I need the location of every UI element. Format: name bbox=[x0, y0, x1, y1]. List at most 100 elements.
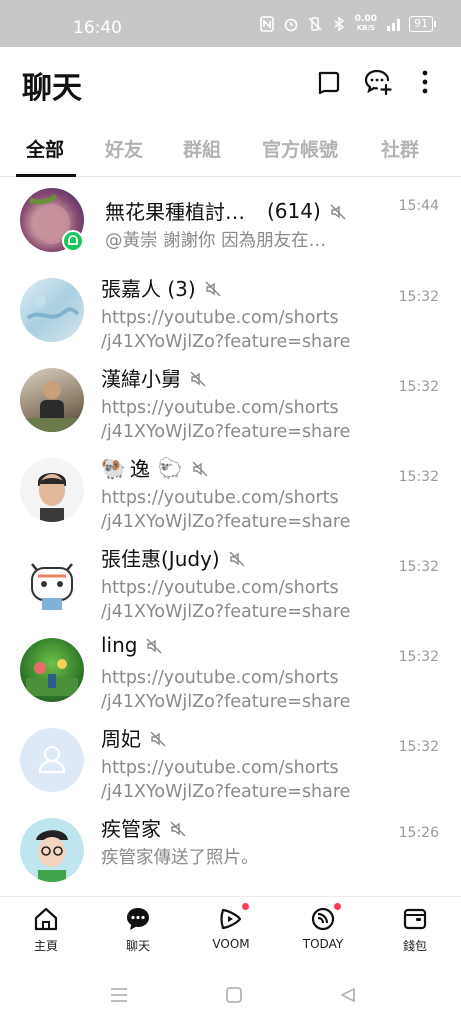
avatar bbox=[20, 278, 84, 342]
nav-wallet[interactable]: 錢包 bbox=[380, 905, 450, 954]
chat-preview: https://youtube.com/shorts /j41XYoWjlZo?… bbox=[101, 756, 351, 804]
chat-preview-line1: https://youtube.com/shorts bbox=[101, 578, 339, 598]
chat-row[interactable]: 🐏 逸 🐑 https://youtube.com/shorts /j41XYo… bbox=[0, 448, 461, 538]
more-vertical-icon[interactable] bbox=[410, 67, 440, 97]
add-chat-bubble-icon[interactable] bbox=[363, 67, 393, 97]
chat-preview-line1: https://youtube.com/shorts bbox=[101, 488, 339, 508]
tab-all[interactable]: 全部 bbox=[26, 135, 64, 162]
chat-preview-line1: https://youtube.com/shorts bbox=[101, 398, 339, 418]
chat-name-text: ling bbox=[101, 633, 138, 657]
system-navigation-bar bbox=[0, 962, 461, 1024]
nav-chat[interactable]: 聊天 bbox=[103, 905, 173, 954]
nav-voom-label: VOOM bbox=[212, 937, 250, 951]
chat-preview: 疾管家傳送了照片。 bbox=[101, 848, 259, 868]
chat-row[interactable]: ling https://youtube.com/shorts /j41XYoW… bbox=[0, 628, 461, 718]
chat-time: 15:44 bbox=[398, 198, 439, 214]
chat-name: 張嘉人 (3) bbox=[101, 273, 222, 302]
status-icons: 0.00 KB/S 91 bbox=[259, 15, 436, 33]
nav-wallet-label: 錢包 bbox=[402, 939, 427, 953]
chat-preview: https://youtube.com/shorts /j41XYoWjlZo?… bbox=[101, 576, 351, 624]
chat-preview-line1: https://youtube.com/shorts bbox=[101, 758, 339, 778]
mute-icon bbox=[191, 459, 209, 477]
avatar bbox=[20, 728, 84, 792]
nav-home-label: 主頁 bbox=[33, 939, 58, 953]
chat-preview-line2: /j41XYoWjlZo?feature=share bbox=[101, 782, 351, 802]
chat-row-fig-group[interactable]: 無花果種植討… (614) @黃崇 謝謝你 因為朋友在… 15:44 bbox=[0, 178, 461, 268]
chat-preview: https://youtube.com/shorts /j41XYoWjlZo?… bbox=[101, 666, 351, 714]
header: 聊天 bbox=[0, 47, 461, 121]
chat-name-text: 逸 bbox=[129, 457, 150, 481]
nav-home[interactable]: 主頁 bbox=[11, 905, 81, 954]
speed-value: 0.00 bbox=[354, 14, 377, 24]
mute-icon bbox=[149, 729, 167, 747]
chat-time: 15:26 bbox=[398, 825, 439, 841]
default-person-icon bbox=[38, 745, 66, 774]
chat-row[interactable]: 疾管家 疾管家傳送了照片。 15:26 bbox=[0, 808, 461, 898]
avatar bbox=[20, 638, 84, 702]
chat-row[interactable]: 漢緯小舅 https://youtube.com/shorts /j41XYoW… bbox=[0, 358, 461, 448]
chat-name: 疾管家 bbox=[101, 813, 187, 842]
mute-icon bbox=[169, 819, 187, 837]
chat-name-text: 張嘉人 (3) bbox=[101, 277, 196, 301]
nav-voom[interactable]: VOOM bbox=[196, 903, 266, 951]
back-icon[interactable] bbox=[340, 987, 356, 1007]
today-icon bbox=[309, 903, 341, 933]
status-bar: 16:40 0.00 KB/S 91 bbox=[0, 0, 461, 47]
chat-preview-line2: /j41XYoWjlZo?feature=share bbox=[101, 422, 351, 442]
nav-today[interactable]: TODAY bbox=[288, 903, 358, 951]
chat-time: 15:32 bbox=[398, 649, 439, 665]
mute-icon bbox=[204, 279, 222, 297]
chat-preview-line1: https://youtube.com/shorts bbox=[101, 308, 339, 328]
nav-chat-label: 聊天 bbox=[125, 939, 150, 953]
chat-preview-line1: https://youtube.com/shorts bbox=[101, 668, 339, 688]
mute-icon bbox=[189, 369, 207, 387]
bottom-navigation: 主頁 聊天 VOOM TODAY 錢包 bbox=[0, 896, 461, 962]
avatar bbox=[20, 458, 84, 522]
community-badge-icon bbox=[62, 230, 84, 252]
chat-name: 🐏 逸 🐑 bbox=[101, 453, 209, 482]
mute-icon bbox=[145, 636, 163, 654]
chat-preview: @黃崇 謝謝你 因為朋友在… bbox=[105, 231, 327, 251]
signal-icon bbox=[385, 16, 401, 32]
chat-name-text: 漢緯小舅 bbox=[101, 367, 181, 391]
battery-indicator: 91 bbox=[409, 16, 436, 32]
avatar bbox=[20, 368, 84, 432]
nav-today-label: TODAY bbox=[302, 937, 344, 951]
member-count: (614) bbox=[267, 198, 321, 223]
chat-time: 15:32 bbox=[398, 739, 439, 755]
chat-row[interactable]: 張嘉人 (3) https://youtube.com/shorts /j41X… bbox=[0, 268, 461, 358]
alarm-icon bbox=[283, 16, 299, 32]
chat-name: 周妃 bbox=[101, 723, 167, 752]
chat-name-text: 張佳惠(Judy) bbox=[101, 547, 220, 571]
chat-name-text: 周妃 bbox=[101, 727, 141, 751]
chat-row[interactable]: 周妃 https://youtube.com/shorts /j41XYoWjl… bbox=[0, 718, 461, 808]
tab-official-accounts[interactable]: 官方帳號 bbox=[262, 135, 338, 162]
new-chat-square-icon[interactable] bbox=[313, 67, 343, 97]
home-button-icon[interactable] bbox=[226, 987, 242, 1007]
chat-name: 張佳惠(Judy) bbox=[101, 543, 246, 572]
chat-time: 15:32 bbox=[398, 469, 439, 485]
name-emoji-suffix: 🐑 bbox=[157, 455, 183, 480]
speed-unit: KB/S bbox=[356, 24, 376, 32]
chat-time: 15:32 bbox=[398, 379, 439, 395]
network-speed: 0.00 KB/S bbox=[355, 15, 377, 33]
notification-dot bbox=[334, 903, 341, 910]
vibrate-off-icon bbox=[307, 16, 323, 32]
name-emoji-prefix: 🐏 bbox=[101, 455, 126, 480]
nfc-icon bbox=[259, 16, 275, 32]
chat-time: 15:32 bbox=[398, 289, 439, 305]
chat-preview-line2: /j41XYoWjlZo?feature=share bbox=[101, 602, 351, 622]
chat-filter-tabs: 全部 好友 群組 官方帳號 社群 bbox=[0, 121, 461, 177]
bluetooth-icon bbox=[331, 16, 347, 32]
tab-communities[interactable]: 社群 bbox=[381, 135, 419, 162]
tab-friends[interactable]: 好友 bbox=[105, 135, 143, 162]
wallet-icon bbox=[401, 905, 429, 933]
recent-apps-icon[interactable] bbox=[110, 987, 128, 1007]
tab-groups[interactable]: 群組 bbox=[183, 135, 221, 162]
chat-preview: https://youtube.com/shorts /j41XYoWjlZo?… bbox=[101, 306, 351, 354]
mute-icon bbox=[329, 202, 347, 220]
page-title: 聊天 bbox=[22, 71, 82, 106]
voom-icon bbox=[217, 903, 249, 933]
chat-row[interactable]: 張佳惠(Judy) https://youtube.com/shorts /j4… bbox=[0, 538, 461, 628]
active-tab-indicator bbox=[16, 174, 76, 177]
